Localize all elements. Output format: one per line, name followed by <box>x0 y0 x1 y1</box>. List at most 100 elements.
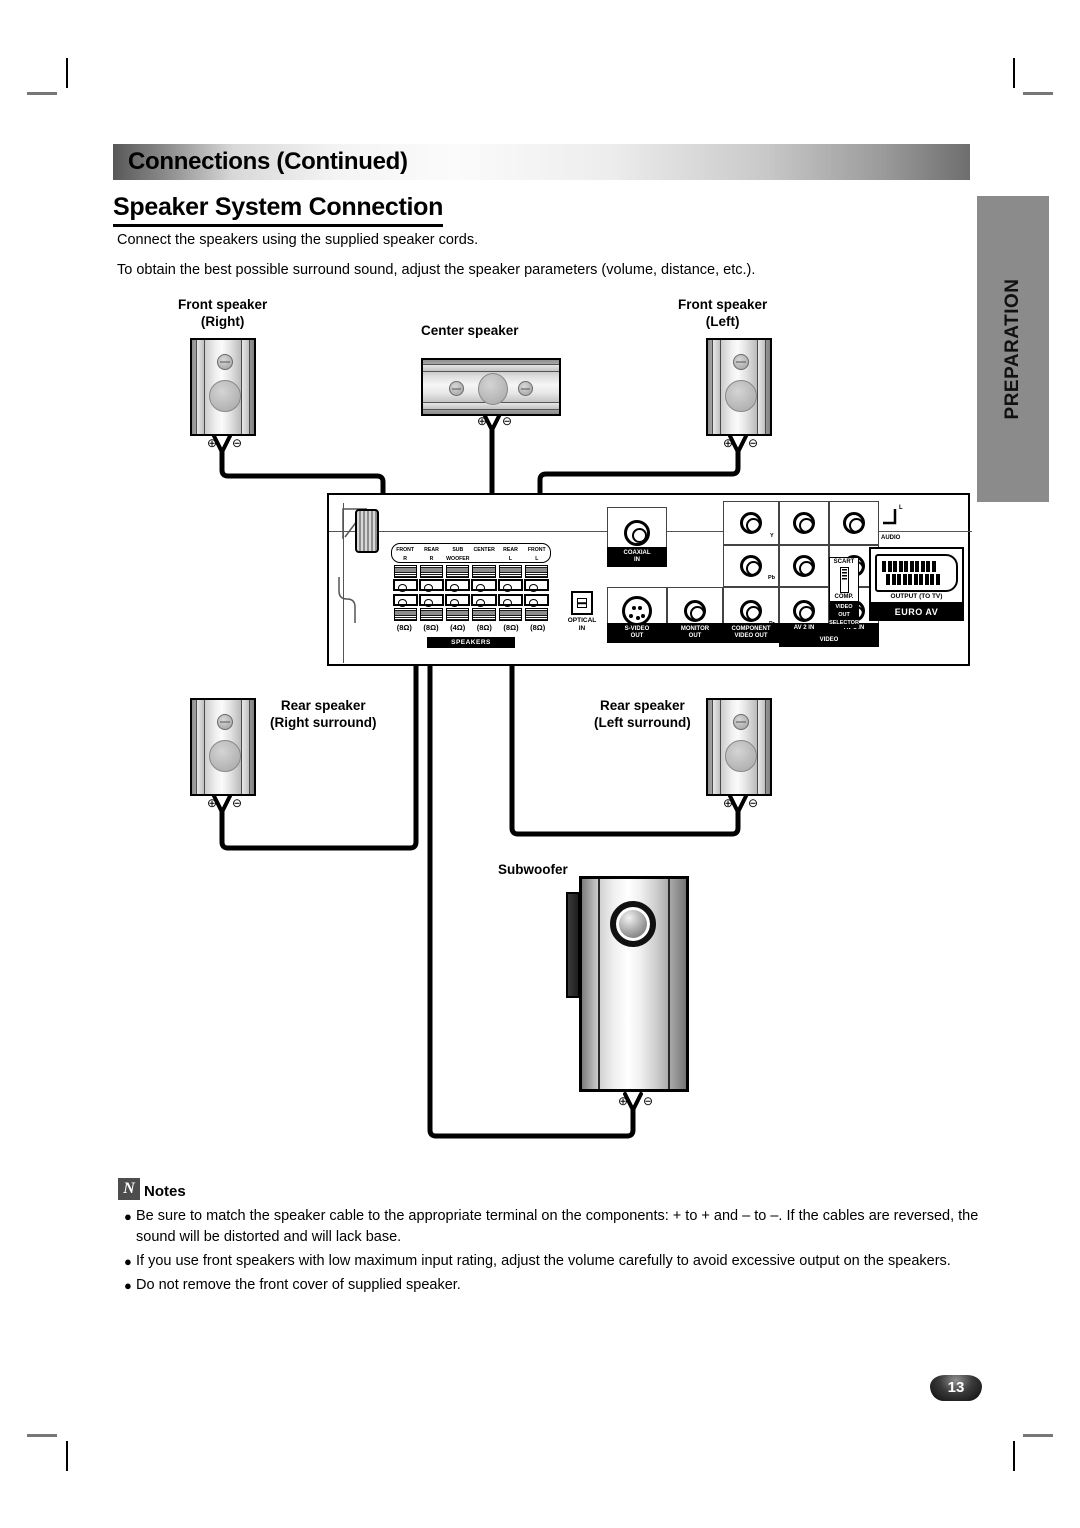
section-title: Speaker System Connection <box>113 193 443 227</box>
speaker-grille-bar-top <box>423 364 559 372</box>
video-out-selector[interactable]: SCART COMP. VIDEO OUT SELECTOR <box>829 557 859 628</box>
woofer-driver <box>478 373 508 405</box>
impedance-front-l: (8Ω) <box>530 623 546 632</box>
binding-post-rear-r[interactable] <box>418 565 445 621</box>
label-front-speaker-right-line2: (Right) <box>200 314 245 329</box>
speaker-rear-left <box>706 698 772 796</box>
label-rear-speaker-right: Rear speaker (Right surround) <box>270 697 376 731</box>
speaker-grille-edge-right <box>757 340 766 434</box>
woofer-driver <box>209 740 241 772</box>
note-text: If you use front speakers with low maxim… <box>136 1253 951 1269</box>
subwoofer-bass-port <box>566 892 580 998</box>
av2-audio-l-jack[interactable] <box>793 512 815 534</box>
crop-mark-bottom-left-vertical <box>66 1441 68 1471</box>
intro-paragraph-2: To obtain the best possible surround sou… <box>117 262 756 278</box>
speaker-channel-label-rear-r: REAR R <box>424 547 439 562</box>
binding-post-subwoofer[interactable] <box>445 565 471 621</box>
speaker-impedance-row: (8Ω) (8Ω) (4Ω) (8Ω) (8Ω) (8Ω) <box>391 623 551 632</box>
component-pb-label: Pb <box>768 575 776 581</box>
crop-mark-top-right-horizontal <box>1023 92 1053 95</box>
speaker-grille-edge-left <box>712 700 721 794</box>
impedance-subwoofer: (4Ω) <box>450 623 466 632</box>
monitor-out-jack[interactable] <box>684 600 706 622</box>
optical-in-jack[interactable]: OPTICAL IN <box>565 591 599 633</box>
chapter-side-tab: PREPARATION <box>977 196 1049 502</box>
woofer-driver <box>209 380 241 412</box>
selector-slider-handle[interactable] <box>839 566 849 593</box>
terminal-minus-front-right: ⊖ <box>232 436 243 450</box>
terminal-minus-subwoofer: ⊖ <box>643 1094 654 1108</box>
panel-left-notch <box>338 577 356 623</box>
page-title: Connections (Continued) <box>128 148 408 175</box>
speaker-terminal-block: FRONT R REAR R SUB WOOFER CENTER REAR L … <box>391 543 551 651</box>
page-number-badge: 13 <box>930 1375 982 1401</box>
svideo-out-label: S-VIDEO OUT <box>607 623 667 643</box>
notes-title: Notes <box>144 1183 186 1200</box>
tweeter-driver-right <box>518 381 533 396</box>
speaker-grille-edge-left <box>196 340 205 434</box>
speaker-subwoofer <box>579 876 689 1092</box>
speaker-front-left <box>706 338 772 436</box>
video-out-selector-switch[interactable]: SCART COMP. <box>829 557 859 602</box>
speaker-front-right <box>190 338 256 436</box>
note-text: Be sure to match the speaker cable to th… <box>136 1208 979 1245</box>
tweeter-driver <box>733 354 749 370</box>
bullet-icon: ● <box>124 1278 132 1293</box>
label-rear-speaker-left-line1: Rear speaker <box>599 698 685 713</box>
terminal-plus-center: ⊕ <box>477 414 488 428</box>
binding-post-front-l[interactable] <box>524 565 550 621</box>
notes-badge-icon: N <box>118 1178 140 1200</box>
video-group-label: VIDEO <box>779 635 879 647</box>
component-pb-jack[interactable] <box>740 555 762 577</box>
component-video-out-label: COMPONENT VIDEO OUT <box>723 623 779 643</box>
speaker-grille-edge-left <box>712 340 721 434</box>
av1-audio-l-jack[interactable] <box>843 512 865 534</box>
crop-mark-top-right-vertical <box>1013 58 1015 88</box>
speaker-channel-label-subwoofer: SUB WOOFER <box>446 547 470 562</box>
euro-av-connector: OUTPUT (TO TV) EURO AV <box>869 547 964 621</box>
label-rear-speaker-left-line2: (Left surround) <box>594 715 691 730</box>
speaker-rear-right <box>190 698 256 796</box>
scart-socket[interactable] <box>875 554 958 592</box>
crop-mark-bottom-left-horizontal <box>27 1434 57 1437</box>
crop-mark-top-left-vertical <box>66 58 68 88</box>
audio-l-label: L <box>899 505 903 511</box>
label-subwoofer-line1: Subwoofer <box>498 862 568 877</box>
section-header-bar: Connections (Continued) <box>113 144 970 180</box>
component-pr-jack[interactable] <box>740 600 762 622</box>
terminal-plus-rear-left: ⊕ <box>723 796 734 810</box>
binding-post-front-r[interactable] <box>392 565 418 621</box>
impedance-front-r: (8Ω) <box>396 623 412 632</box>
intro-paragraph-1: Connect the speakers using the supplied … <box>117 232 479 248</box>
monitor-out-label: MONITOR OUT <box>667 623 723 643</box>
terminal-minus-front-left: ⊖ <box>748 436 759 450</box>
component-y-jack[interactable] <box>740 512 762 534</box>
coaxial-in-jack[interactable] <box>624 520 650 546</box>
tweeter-driver <box>217 354 233 370</box>
terminal-minus-center: ⊖ <box>502 414 513 428</box>
selector-option-comp: COMP. <box>834 594 854 600</box>
label-front-speaker-left-line2: (Left) <box>705 314 740 329</box>
binding-post-rear-l[interactable] <box>497 565 524 621</box>
crop-mark-top-left-horizontal <box>27 92 57 95</box>
speaker-channel-label-front-r: FRONT R <box>396 547 415 562</box>
speakers-group-label: SPEAKERS <box>427 637 515 648</box>
subwoofer-driver <box>610 901 656 947</box>
label-rear-speaker-right-line2: (Right surround) <box>270 715 377 730</box>
optical-in-label: OPTICAL IN <box>567 617 597 632</box>
av2-audio-l-cell <box>779 501 829 545</box>
speaker-channel-header: FRONT R REAR R SUB WOOFER CENTER REAR L … <box>391 543 551 563</box>
tweeter-driver-left <box>449 381 464 396</box>
scart-output-label: OUTPUT (TO TV) <box>890 593 943 600</box>
bullet-icon: ● <box>124 1209 132 1224</box>
label-front-speaker-right-line1: Front speaker <box>178 297 268 312</box>
speaker-channel-label-center: CENTER <box>473 547 495 553</box>
av2-video-jack[interactable] <box>793 600 815 622</box>
terminal-plus-front-right: ⊕ <box>207 436 218 450</box>
av2-audio-r-jack[interactable] <box>793 555 815 577</box>
bullet-icon: ● <box>124 1254 132 1269</box>
terminal-plus-subwoofer: ⊕ <box>618 1094 629 1108</box>
svideo-out-jack[interactable] <box>622 596 652 626</box>
crop-mark-bottom-right-vertical <box>1013 1441 1015 1471</box>
binding-post-center[interactable] <box>471 565 497 621</box>
